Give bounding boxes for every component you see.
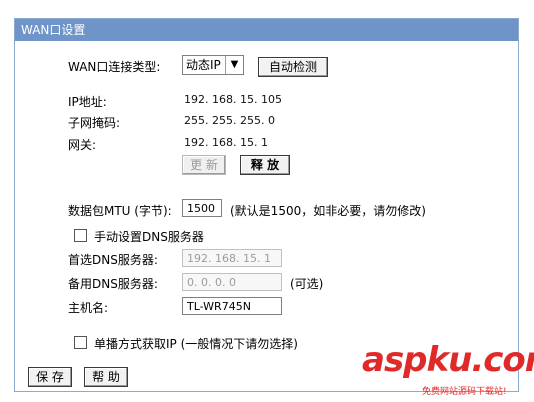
wan-type-label: WAN口连接类型: (68, 60, 161, 74)
chevron-down-icon: ▼ (225, 56, 243, 74)
manual-dns-checkbox[interactable] (74, 229, 87, 242)
auto-detect-button[interactable]: 自动检测 (258, 57, 328, 77)
mtu-input[interactable]: 1500 (182, 199, 222, 217)
unicast-checkbox[interactable] (74, 336, 87, 349)
watermark-tagline: 免费网站源码下载站! (422, 387, 507, 397)
save-button[interactable]: 保 存 (28, 367, 72, 387)
release-button[interactable]: 释 放 (240, 155, 290, 175)
secondary-dns-label: 备用DNS服务器: (68, 277, 158, 291)
mask-value: 255. 255. 255. 0 (184, 114, 275, 127)
hostname-label: 主机名: (68, 301, 109, 315)
mask-label: 子网掩码: (68, 116, 121, 130)
ip-value: 192. 168. 15. 105 (184, 93, 282, 106)
mtu-hint: (默认是1500，如非必要，请勿修改) (230, 204, 426, 218)
secondary-dns-input[interactable]: 0. 0. 0. 0 (182, 273, 282, 291)
manual-dns-label: 手动设置DNS服务器 (94, 230, 204, 244)
primary-dns-label: 首选DNS服务器: (68, 253, 158, 267)
window-titlebar: WAN口设置 (15, 19, 518, 41)
hostname-input[interactable]: TL-WR745N (182, 297, 282, 315)
ip-label: IP地址: (68, 95, 107, 109)
wan-type-selected: 动态IP (186, 58, 221, 72)
primary-dns-input[interactable]: 192. 168. 15. 1 (182, 249, 282, 267)
unicast-label: 单播方式获取IP (一般情况下请勿选择) (94, 337, 298, 351)
gateway-label: 网关: (68, 138, 97, 152)
mtu-label: 数据包MTU (字节): (68, 204, 172, 218)
watermark-brand: aspku.com (362, 340, 534, 380)
aspku-watermark-logo: aspku.com 免费网站源码下载站! (362, 340, 534, 402)
wan-type-select[interactable]: 动态IP ▼ (182, 55, 244, 75)
help-button[interactable]: 帮 助 (84, 367, 128, 387)
window-title: WAN口设置 (21, 23, 86, 37)
renew-button[interactable]: 更 新 (182, 155, 226, 175)
gateway-value: 192. 168. 15. 1 (184, 136, 268, 149)
secondary-dns-hint: (可选) (290, 277, 324, 291)
